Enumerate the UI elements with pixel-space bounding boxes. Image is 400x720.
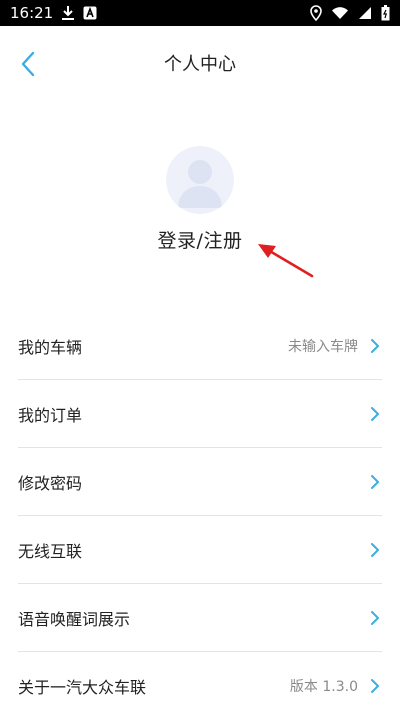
menu-item-label: 修改密码 — [18, 473, 83, 493]
menu-item-change-password[interactable]: 修改密码 — [18, 448, 382, 516]
default-user-avatar-icon[interactable] — [166, 146, 234, 214]
chevron-right-icon — [371, 679, 379, 693]
battery-icon — [381, 5, 390, 21]
title-bar: 个人中心 — [0, 26, 400, 98]
page-title: 个人中心 — [164, 54, 236, 75]
version-label: 版本 1.3.0 — [289, 679, 358, 695]
status-bar: 16:21 — [0, 0, 400, 26]
menu-item-value: 未输入车牌 — [288, 338, 358, 355]
download-icon — [61, 5, 75, 21]
chevron-right-icon — [371, 474, 379, 489]
menu-item-label: 我的订单 — [18, 405, 83, 425]
chevron-right-icon — [371, 610, 379, 625]
menu-item-voice-wake-words[interactable]: 语音唤醒词展示 — [18, 584, 382, 652]
login-register-button[interactable]: 登录/注册 — [0, 226, 400, 253]
menu-item-my-vehicles[interactable]: 我的车辆 未输入车牌 — [18, 312, 382, 380]
chevron-right-icon — [371, 406, 379, 421]
annotation-arrow-icon — [258, 244, 314, 278]
chevron-right-icon — [371, 542, 379, 557]
menu-item-wireless-connect[interactable]: 无线互联 — [18, 516, 382, 584]
status-right — [310, 5, 390, 21]
signal-icon — [358, 6, 372, 20]
status-time: 16:21 — [10, 4, 54, 22]
menu-item-my-orders[interactable]: 我的订单 — [18, 380, 382, 448]
menu-item-label: 我的车辆 — [18, 337, 83, 357]
location-icon — [310, 5, 322, 21]
wifi-icon — [331, 6, 349, 20]
settings-menu: 我的车辆 未输入车牌 我的订单 修改密码 无线互联 语音唤醒词展示 关于一汽大众… — [18, 312, 382, 720]
status-left: 16:21 — [10, 4, 97, 22]
app-notification-icon — [83, 6, 97, 20]
chevron-right-icon — [371, 338, 379, 353]
menu-item-label: 语音唤醒词展示 — [18, 609, 131, 629]
menu-item-label: 无线互联 — [18, 541, 83, 561]
menu-item-label: 关于一汽大众车联 — [18, 678, 147, 697]
